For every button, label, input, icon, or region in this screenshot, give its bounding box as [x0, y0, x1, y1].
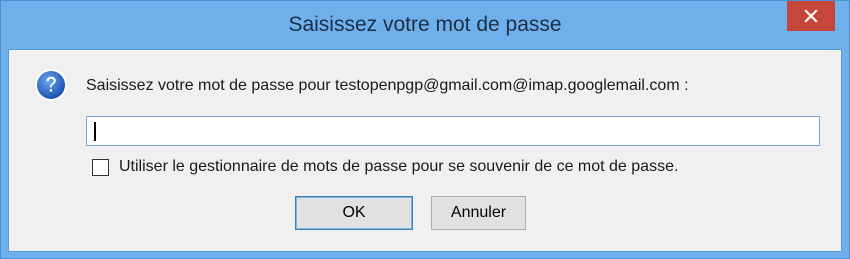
remember-password-label[interactable]: Utiliser le gestionnaire de mots de pass… [119, 158, 678, 176]
dialog-window: Saisissez votre mot de passe Saisissez v… [0, 0, 850, 259]
text-caret [94, 122, 96, 141]
remember-password-row[interactable]: Utiliser le gestionnaire de mots de pass… [92, 158, 678, 176]
cancel-button[interactable]: Annuler [431, 196, 526, 230]
question-icon [35, 69, 67, 101]
prompt-text: Saisissez votre mot de passe pour testop… [86, 77, 689, 94]
remember-password-checkbox[interactable] [92, 158, 109, 176]
close-icon [804, 9, 818, 23]
close-button[interactable] [787, 1, 835, 31]
password-input[interactable] [86, 116, 820, 146]
dialog-body: Saisissez votre mot de passe pour testop… [8, 49, 842, 252]
window-title: Saisissez votre mot de passe [288, 13, 562, 36]
ok-button[interactable]: OK [295, 196, 413, 230]
title-bar[interactable]: Saisissez votre mot de passe [1, 1, 849, 49]
